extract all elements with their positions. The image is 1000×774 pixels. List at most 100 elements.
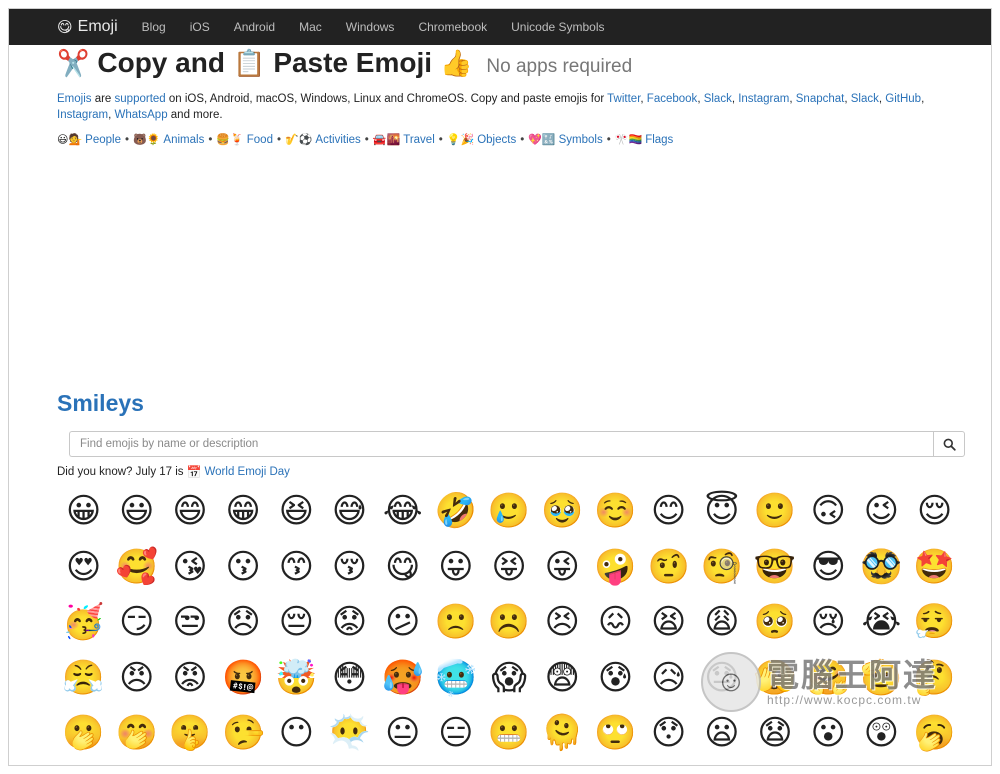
emoji-button[interactable]: 🥰	[110, 547, 163, 587]
emoji-button[interactable]: 🤥	[217, 713, 270, 753]
nav-link-blog[interactable]: Blog	[142, 20, 166, 34]
emoji-button[interactable]: 🤯	[270, 658, 323, 698]
emoji-button[interactable]: 🙄	[589, 713, 642, 753]
emoji-button[interactable]: 😖	[589, 602, 642, 642]
emoji-button[interactable]: 😁	[217, 491, 270, 531]
emoji-button[interactable]: 😛	[429, 547, 482, 587]
brand-link[interactable]: 😋 Emoji	[57, 18, 118, 36]
emoji-button[interactable]: 🤩	[908, 547, 961, 587]
emoji-button[interactable]: 🥲	[483, 491, 536, 531]
nav-link-ios[interactable]: iOS	[190, 20, 210, 34]
emoji-button[interactable]: 😔	[270, 602, 323, 642]
emoji-button[interactable]: 😬	[483, 713, 536, 753]
emoji-button[interactable]: 🙂	[748, 491, 801, 531]
category-objects[interactable]: 💡🎉 Objects	[447, 133, 516, 147]
facebook-link[interactable]: Facebook	[647, 93, 698, 105]
nav-link-chromebook[interactable]: Chromebook	[418, 20, 487, 34]
category-food[interactable]: 🍔🍹 Food	[216, 133, 273, 147]
emoji-button[interactable]: 🤭	[110, 713, 163, 753]
emoji-button[interactable]: 🤨	[642, 547, 695, 587]
category-travel[interactable]: 🚘🌇 Travel	[373, 133, 435, 147]
emoji-button[interactable]: 😅	[323, 491, 376, 531]
emoji-button[interactable]: 😚	[323, 547, 376, 587]
category-flags[interactable]: 🎌🏳️‍🌈 Flags	[615, 133, 674, 147]
emoji-button[interactable]: 😨	[536, 658, 589, 698]
github-link[interactable]: GitHub	[885, 93, 921, 105]
twitter-link[interactable]: Twitter	[607, 93, 640, 105]
emoji-button[interactable]: 😜	[536, 547, 589, 587]
instagram-link-2[interactable]: Instagram	[57, 109, 108, 121]
emoji-button[interactable]: 🥹	[536, 491, 589, 531]
emoji-button[interactable]: 😞	[217, 602, 270, 642]
emoji-button[interactable]: 😑	[429, 713, 482, 753]
emoji-button[interactable]: 😐	[376, 713, 429, 753]
emoji-button[interactable]: 🥸	[855, 547, 908, 587]
category-animals[interactable]: 🐻🌻 Animals	[133, 133, 204, 147]
emoji-button[interactable]: 😝	[483, 547, 536, 587]
emoji-button[interactable]: 🥺	[748, 602, 801, 642]
world-emoji-day-link[interactable]: World Emoji Day	[205, 466, 290, 478]
emoji-button[interactable]: 😲	[855, 713, 908, 753]
emoji-button[interactable]: 😎	[802, 547, 855, 587]
emoji-button[interactable]: ☹️	[483, 602, 536, 642]
whatsapp-link[interactable]: WhatsApp	[115, 109, 168, 121]
instagram-link[interactable]: Instagram	[738, 93, 789, 105]
category-people[interactable]: 😃💁 People	[57, 133, 121, 147]
nav-link-unicode-symbols[interactable]: Unicode Symbols	[511, 20, 604, 34]
emoji-button[interactable]: 🧐	[695, 547, 748, 587]
emoji-button[interactable]: 🙁	[429, 602, 482, 642]
emoji-button[interactable]: 🥱	[908, 713, 961, 753]
emoji-button[interactable]: 😣	[536, 602, 589, 642]
emoji-button[interactable]: 🥶	[429, 658, 482, 698]
emoji-button[interactable]: 🤣	[429, 491, 482, 531]
emoji-button[interactable]: 😗	[217, 547, 270, 587]
emoji-button[interactable]: 😃	[110, 491, 163, 531]
emoji-button[interactable]: 😍	[57, 547, 110, 587]
emoji-button[interactable]: 😠	[110, 658, 163, 698]
emoji-button[interactable]: 😒	[163, 602, 216, 642]
emoji-button[interactable]: 🫠	[536, 713, 589, 753]
category-activities[interactable]: 🎷⚽️ Activities	[285, 133, 361, 147]
emoji-button[interactable]: 😊	[642, 491, 695, 531]
emoji-button[interactable]: 😀	[57, 491, 110, 531]
emoji-button[interactable]: 😋	[376, 547, 429, 587]
emoji-button[interactable]: 😦	[695, 713, 748, 753]
emojis-link[interactable]: Emojis	[57, 93, 92, 105]
emoji-button[interactable]: 😟	[323, 602, 376, 642]
emoji-button[interactable]: 🥵	[376, 658, 429, 698]
emoji-button[interactable]: 😕	[376, 602, 429, 642]
emoji-button[interactable]: 😘	[163, 547, 216, 587]
nav-link-windows[interactable]: Windows	[346, 20, 395, 34]
emoji-button[interactable]: 🤬	[217, 658, 270, 698]
search-button[interactable]	[933, 431, 965, 457]
emoji-button[interactable]: 😂	[376, 491, 429, 531]
emoji-button[interactable]: 😤	[57, 658, 110, 698]
emoji-button[interactable]: 😩	[695, 602, 748, 642]
emoji-button[interactable]: 😶	[270, 713, 323, 753]
emoji-button[interactable]: 😌	[908, 491, 961, 531]
emoji-button[interactable]: 😡	[163, 658, 216, 698]
emoji-button[interactable]: 🤪	[589, 547, 642, 587]
emoji-button[interactable]: 🤓	[748, 547, 801, 587]
emoji-button[interactable]: 😳	[323, 658, 376, 698]
slack-link-2[interactable]: Slack	[851, 93, 879, 105]
emoji-button[interactable]: 😢	[802, 602, 855, 642]
emoji-button[interactable]: 😰	[589, 658, 642, 698]
nav-link-android[interactable]: Android	[234, 20, 275, 34]
emoji-button[interactable]: 😙	[270, 547, 323, 587]
emoji-button[interactable]: 😶‍🌫️	[323, 713, 376, 753]
emoji-button[interactable]: 😄	[163, 491, 216, 531]
emoji-button[interactable]: 😉	[855, 491, 908, 531]
emoji-button[interactable]: 😭	[855, 602, 908, 642]
emoji-button[interactable]: 🤫	[163, 713, 216, 753]
emoji-button[interactable]: 😏	[110, 602, 163, 642]
emoji-button[interactable]: 😇	[695, 491, 748, 531]
slack-link[interactable]: Slack	[704, 93, 732, 105]
nav-link-mac[interactable]: Mac	[299, 20, 322, 34]
emoji-button[interactable]: 😯	[642, 713, 695, 753]
emoji-button[interactable]: 😱	[483, 658, 536, 698]
supported-link[interactable]: supported	[115, 93, 166, 105]
snapchat-link[interactable]: Snapchat	[796, 93, 845, 105]
search-input[interactable]	[69, 431, 933, 457]
emoji-button[interactable]: 😧	[748, 713, 801, 753]
